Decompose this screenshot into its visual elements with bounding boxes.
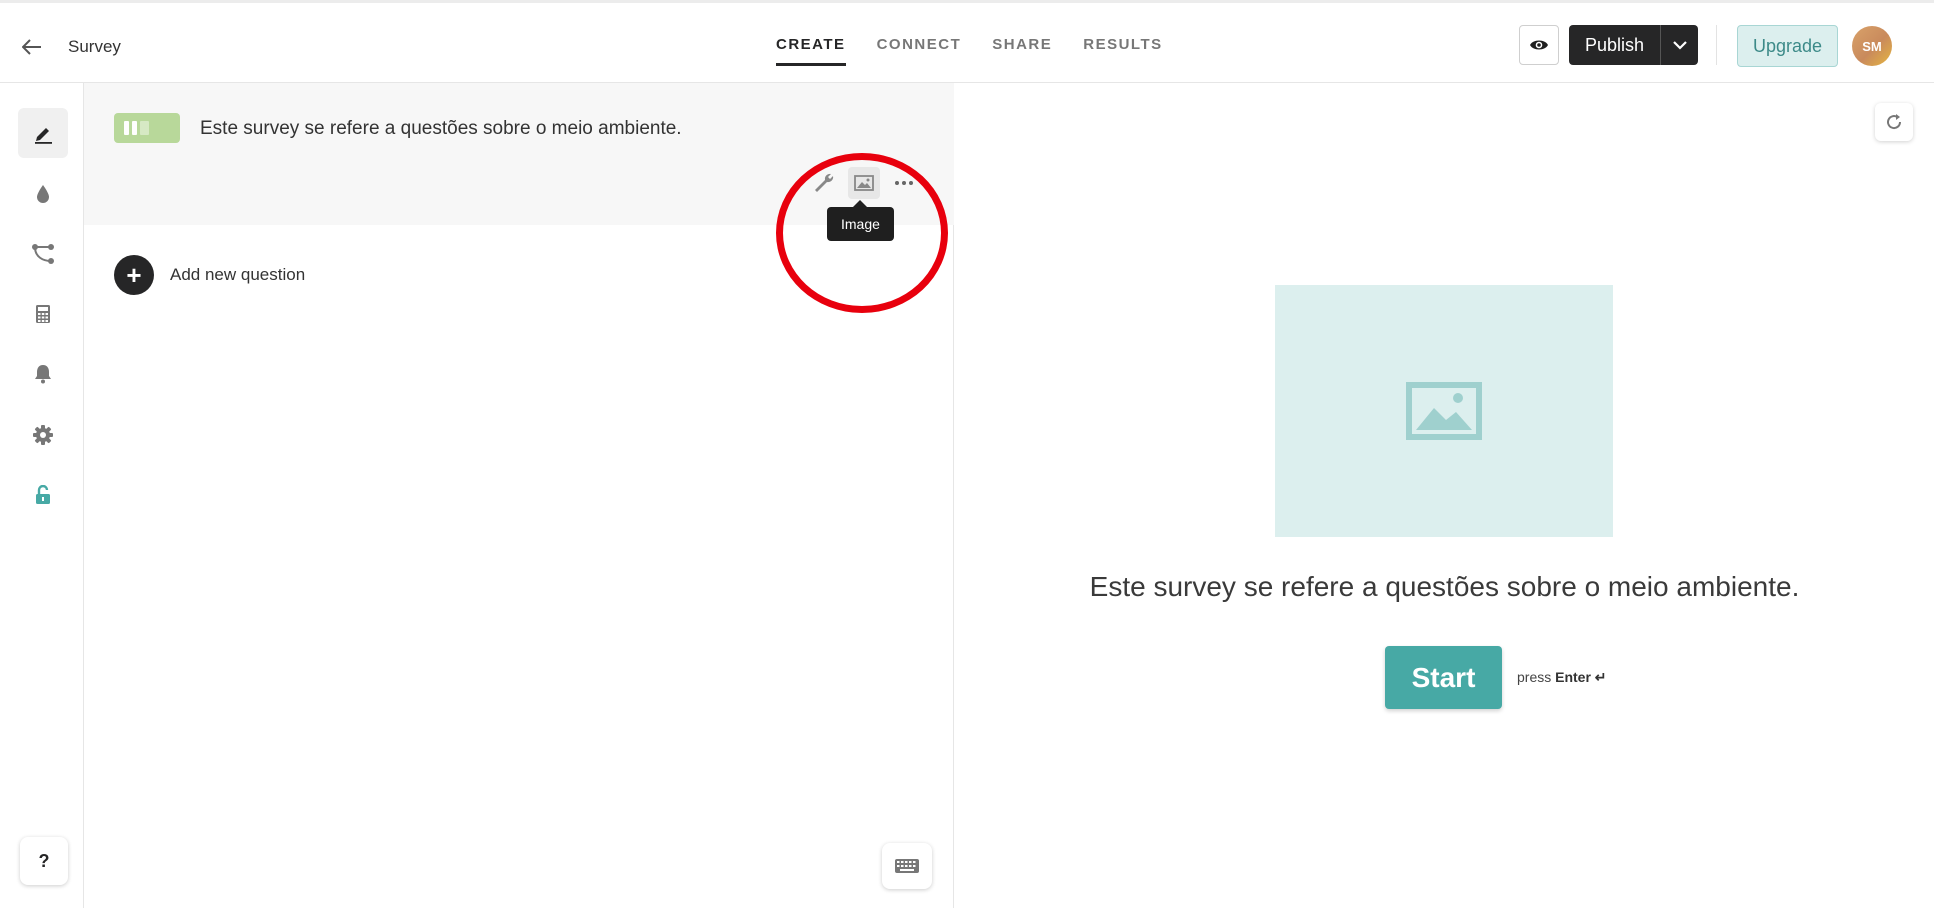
preview-eye-button[interactable] bbox=[1519, 25, 1559, 65]
publish-button-group: Publish bbox=[1569, 25, 1699, 65]
drop-icon bbox=[37, 185, 49, 203]
rail-calculator-button[interactable] bbox=[18, 289, 68, 339]
refresh-preview-button[interactable] bbox=[1875, 103, 1913, 141]
hint-key: Enter ↵ bbox=[1555, 669, 1607, 685]
add-new-question-button[interactable]: + Add new question bbox=[114, 255, 305, 295]
tab-results[interactable]: RESULTS bbox=[1083, 36, 1162, 66]
logic-icon bbox=[32, 244, 54, 264]
image-placeholder-icon bbox=[1406, 382, 1482, 440]
chevron-down-icon bbox=[1672, 40, 1687, 50]
image-placeholder bbox=[1275, 285, 1613, 537]
preview-welcome-text: Este survey se refere a questões sobre o… bbox=[1089, 571, 1800, 602]
publish-button[interactable]: Publish bbox=[1569, 25, 1661, 65]
pen-icon bbox=[35, 128, 52, 144]
rail-settings-button[interactable] bbox=[18, 410, 68, 460]
main-tabs: CREATE CONNECT SHARE RESULTS bbox=[776, 36, 1194, 66]
upgrade-button[interactable]: Upgrade bbox=[1737, 25, 1838, 67]
question-editor-panel: Este survey se refere a questões sobre o… bbox=[84, 83, 954, 908]
keyboard-icon bbox=[895, 859, 919, 873]
welcome-screen-badge bbox=[114, 113, 180, 143]
rail-content-button[interactable] bbox=[18, 108, 68, 158]
header-divider bbox=[1716, 25, 1717, 65]
start-row: Start press Enter ↵ bbox=[1385, 646, 1607, 709]
survey-title[interactable]: Survey bbox=[68, 37, 121, 57]
bell-icon bbox=[35, 365, 51, 384]
live-preview-panel: Este survey se refere a questões sobre o… bbox=[955, 83, 1934, 908]
press-enter-hint: press Enter ↵ bbox=[1517, 669, 1607, 686]
calculator-icon bbox=[36, 305, 50, 323]
rail-access-button[interactable] bbox=[18, 470, 68, 520]
eye-icon bbox=[1530, 40, 1548, 50]
publish-dropdown-button[interactable] bbox=[1660, 25, 1699, 65]
tab-create[interactable]: CREATE bbox=[776, 36, 846, 66]
back-arrow-icon[interactable] bbox=[18, 33, 46, 61]
tab-share[interactable]: SHARE bbox=[992, 36, 1052, 66]
plus-icon: + bbox=[114, 255, 154, 295]
hint-prefix: press bbox=[1517, 669, 1552, 685]
gear-icon bbox=[33, 425, 53, 445]
left-icon-rail: ? bbox=[0, 83, 84, 908]
red-highlight-circle bbox=[776, 153, 948, 313]
rail-logic-button[interactable] bbox=[18, 229, 68, 279]
add-new-question-label: Add new question bbox=[170, 265, 306, 284]
tab-connect[interactable]: CONNECT bbox=[877, 36, 962, 66]
rail-notifications-button[interactable] bbox=[18, 349, 68, 399]
top-bar: Survey CREATE CONNECT SHARE RESULTS Publ… bbox=[0, 0, 1934, 83]
lock-icon bbox=[36, 485, 50, 504]
help-button[interactable]: ? bbox=[20, 837, 68, 885]
refresh-icon bbox=[1887, 114, 1902, 130]
welcome-screen-text[interactable]: Este survey se refere a questões sobre o… bbox=[200, 118, 682, 140]
start-button[interactable]: Start bbox=[1385, 646, 1502, 709]
rail-design-button[interactable] bbox=[18, 169, 68, 219]
avatar[interactable]: SM bbox=[1852, 26, 1892, 66]
keyboard-shortcuts-button[interactable] bbox=[882, 843, 932, 889]
